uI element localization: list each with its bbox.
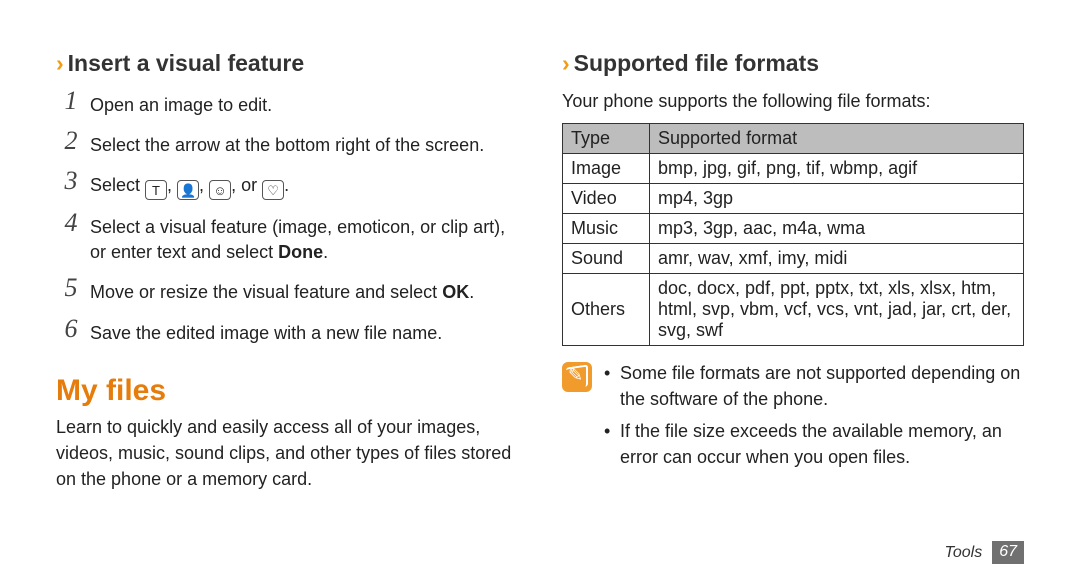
table-row: Music mp3, 3gp, aac, m4a, wma	[563, 213, 1024, 243]
page-number: 67	[992, 541, 1024, 564]
cell-type: Others	[563, 273, 650, 345]
step4-text-b: .	[323, 242, 328, 262]
smiley-icon: ☺	[209, 180, 231, 200]
step-text: Open an image to edit.	[90, 88, 272, 118]
page-footer: Tools 67	[945, 541, 1024, 564]
step-text: Select the arrow at the bottom right of …	[90, 128, 484, 158]
footer-section: Tools	[945, 544, 983, 562]
step-number: 4	[56, 210, 86, 236]
step5-text-b: .	[469, 282, 474, 302]
my-files-intro: Learn to quickly and easily access all o…	[56, 414, 518, 492]
step5-text-a: Move or resize the visual feature and se…	[90, 282, 442, 302]
cell-format: bmp, jpg, gif, png, tif, wbmp, agif	[650, 153, 1024, 183]
heading-text: Supported file formats	[574, 50, 819, 76]
cell-format: mp3, 3gp, aac, m4a, wma	[650, 213, 1024, 243]
table-row: Others doc, docx, pdf, ppt, pptx, txt, x…	[563, 273, 1024, 345]
cell-type: Music	[563, 213, 650, 243]
left-column: ›Insert a visual feature 1 Open an image…	[56, 50, 518, 546]
table-row: Video mp4, 3gp	[563, 183, 1024, 213]
insert-visual-feature-heading: ›Insert a visual feature	[56, 50, 518, 78]
sep: ,	[199, 175, 209, 195]
cell-format: doc, docx, pdf, ppt, pptx, txt, xls, xls…	[650, 273, 1024, 345]
note-item: If the file size exceeds the available m…	[604, 418, 1024, 470]
right-column: ›Supported file formats Your phone suppo…	[562, 50, 1024, 546]
step3-suffix: .	[284, 175, 289, 195]
step-1: 1 Open an image to edit.	[56, 88, 518, 118]
formats-table: Type Supported format Image bmp, jpg, gi…	[562, 123, 1024, 346]
steps-list: 1 Open an image to edit. 2 Select the ar…	[56, 88, 518, 346]
cell-type: Image	[563, 153, 650, 183]
heading-text: Insert a visual feature	[68, 50, 305, 76]
step-text: Move or resize the visual feature and se…	[90, 275, 474, 305]
note-item: Some file formats are not supported depe…	[604, 360, 1024, 412]
step-4: 4 Select a visual feature (image, emotic…	[56, 210, 518, 265]
notes-block: Some file formats are not supported depe…	[562, 360, 1024, 476]
cell-type: Video	[563, 183, 650, 213]
sep: ,	[231, 175, 241, 195]
step-text: Select a visual feature (image, emoticon…	[90, 210, 518, 265]
step-number: 1	[56, 88, 86, 114]
or-word: or	[241, 175, 257, 195]
step3-prefix: Select	[90, 175, 145, 195]
table-header-row: Type Supported format	[563, 123, 1024, 153]
ok-label: OK	[442, 282, 469, 302]
step-number: 2	[56, 128, 86, 154]
col-format-header: Supported format	[650, 123, 1024, 153]
manual-page: ›Insert a visual feature 1 Open an image…	[0, 0, 1080, 586]
table-row: Sound amr, wav, xmf, imy, midi	[563, 243, 1024, 273]
supported-formats-lead: Your phone supports the following file f…	[562, 88, 1024, 115]
sep: ,	[167, 175, 177, 195]
note-icon	[562, 362, 592, 392]
col-type-header: Type	[563, 123, 650, 153]
step-6: 6 Save the edited image with a new file …	[56, 316, 518, 346]
step-number: 3	[56, 168, 86, 194]
chevron-icon: ›	[56, 50, 64, 76]
person-icon: 👤	[177, 180, 199, 200]
step-number: 6	[56, 316, 86, 342]
step-5: 5 Move or resize the visual feature and …	[56, 275, 518, 305]
cell-type: Sound	[563, 243, 650, 273]
text-tool-icon: T	[145, 180, 167, 200]
step-text: Select T, 👤, ☺, or ♡.	[90, 168, 289, 200]
step-3: 3 Select T, 👤, ☺, or ♡.	[56, 168, 518, 200]
my-files-heading: My files	[56, 374, 518, 408]
step-2: 2 Select the arrow at the bottom right o…	[56, 128, 518, 158]
table-row: Image bmp, jpg, gif, png, tif, wbmp, agi…	[563, 153, 1024, 183]
supported-formats-heading: ›Supported file formats	[562, 50, 1024, 78]
cell-format: mp4, 3gp	[650, 183, 1024, 213]
chevron-icon: ›	[562, 50, 570, 76]
done-label: Done	[278, 242, 323, 262]
notes-list: Some file formats are not supported depe…	[604, 360, 1024, 476]
step-number: 5	[56, 275, 86, 301]
heart-icon: ♡	[262, 180, 284, 200]
cell-format: amr, wav, xmf, imy, midi	[650, 243, 1024, 273]
step-text: Save the edited image with a new file na…	[90, 316, 442, 346]
